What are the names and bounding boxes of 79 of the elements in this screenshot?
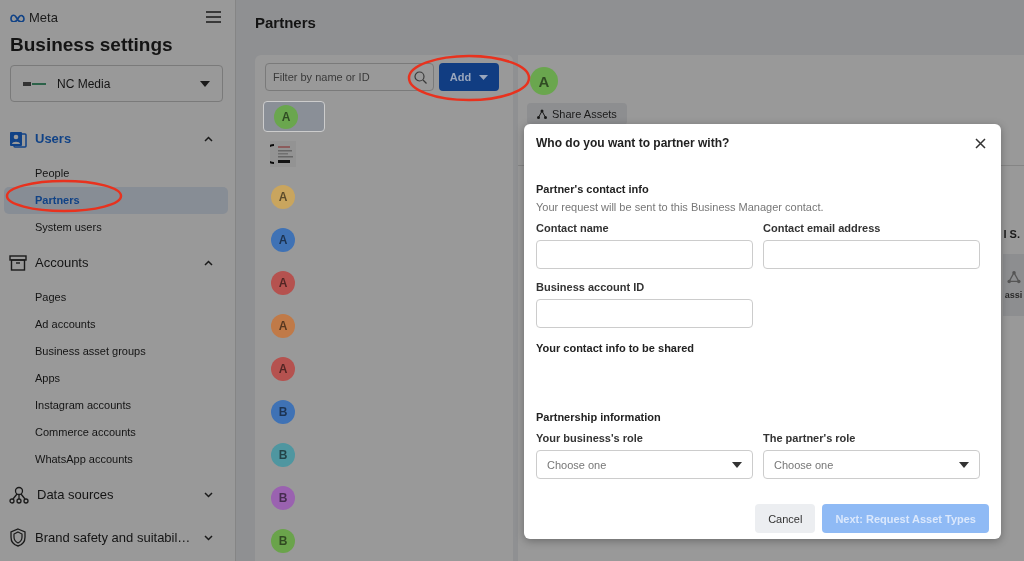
network-icon bbox=[1006, 270, 1021, 284]
partner-item[interactable]: B bbox=[263, 390, 303, 433]
caret-icon bbox=[479, 74, 489, 80]
chevron-up-icon bbox=[204, 135, 213, 142]
sidebar-item[interactable]: Business asset groups bbox=[4, 338, 228, 365]
field-label: Contact name bbox=[536, 222, 610, 234]
partner-avatar: A bbox=[271, 184, 295, 209]
shield-icon bbox=[9, 528, 27, 547]
partner-item[interactable]: A bbox=[263, 101, 325, 132]
section-heading: Your contact info to be shared bbox=[536, 342, 696, 354]
partner-avatar: A bbox=[271, 270, 295, 295]
sidebar-item[interactable]: WhatsApp accounts bbox=[4, 446, 228, 473]
partner-avatar: B bbox=[271, 528, 295, 553]
caret-icon bbox=[200, 80, 210, 87]
partner-avatar: B bbox=[271, 485, 295, 510]
input-field[interactable] bbox=[536, 299, 753, 328]
share-assets-button[interactable]: Share Assets bbox=[527, 103, 627, 125]
partner-avatar: A bbox=[274, 104, 298, 129]
cancel-button[interactable]: Cancel bbox=[755, 504, 816, 533]
partner-avatar: B bbox=[271, 399, 295, 424]
partner-item[interactable]: B bbox=[263, 476, 303, 519]
section-heading: Partner's contact info bbox=[536, 183, 650, 195]
sidebar-item[interactable]: System users bbox=[4, 214, 228, 241]
partner-avatar: B bbox=[271, 442, 295, 467]
section-header[interactable]: Accounts bbox=[0, 241, 235, 284]
partner-avatar: A bbox=[271, 356, 295, 381]
role-dropdown[interactable]: Choose one bbox=[536, 450, 753, 479]
partner-item[interactable]: A bbox=[263, 304, 303, 347]
sidebar-item[interactable]: Partners bbox=[4, 187, 228, 214]
card-text: assi bbox=[1004, 290, 1023, 300]
search-icon bbox=[414, 71, 427, 84]
sidebar-item[interactable]: Commerce accounts bbox=[4, 419, 228, 446]
field-label: Your business's role bbox=[536, 432, 644, 444]
section-header[interactable]: Data sources bbox=[0, 473, 235, 516]
partner-item[interactable]: B bbox=[263, 433, 303, 476]
network-icon bbox=[9, 485, 29, 504]
section-title: Partners bbox=[255, 14, 317, 33]
partner-item[interactable]: A bbox=[263, 261, 303, 304]
users-icon bbox=[9, 129, 27, 148]
partner-item[interactable]: A bbox=[263, 347, 303, 390]
input-field[interactable] bbox=[763, 240, 980, 269]
caret-icon bbox=[959, 461, 969, 468]
chevron-down-icon bbox=[204, 491, 213, 498]
meta-logo-icon bbox=[10, 12, 26, 22]
sidebar-item[interactable]: Apps bbox=[4, 365, 228, 392]
field-label: Contact email address bbox=[763, 222, 882, 234]
filter-field[interactable]: Filter by name or ID bbox=[265, 63, 434, 91]
sidebar-item[interactable]: Ad accounts bbox=[4, 311, 228, 338]
menu-icon[interactable] bbox=[206, 11, 221, 23]
field-label: Business account ID bbox=[536, 281, 646, 293]
partner-item[interactable]: B bbox=[263, 519, 303, 561]
section-heading: Partnership information bbox=[536, 411, 662, 423]
column-text: I S. bbox=[1003, 228, 1020, 240]
partner-avatar: A bbox=[530, 67, 558, 95]
role-dropdown[interactable]: Choose one bbox=[763, 450, 980, 479]
sidebar-item[interactable]: Instagram accounts bbox=[4, 392, 228, 419]
page-title: Business settings bbox=[9, 33, 174, 56]
box-icon bbox=[9, 254, 27, 271]
section-note: Your request will be sent to this Business Manager contact. bbox=[536, 201, 825, 213]
chevron-up-icon bbox=[204, 259, 213, 266]
caret-icon bbox=[732, 461, 742, 468]
partner-avatar: A bbox=[271, 313, 295, 338]
partner-item[interactable]: A bbox=[263, 218, 303, 261]
input-field[interactable] bbox=[536, 240, 753, 269]
logo-text: Meta bbox=[29, 9, 58, 25]
share-icon bbox=[537, 109, 547, 119]
section-header[interactable]: Users bbox=[0, 117, 235, 160]
business-selector[interactable]: NC Media bbox=[10, 65, 223, 102]
field-label: The partner's role bbox=[763, 432, 857, 444]
chevron-down-icon bbox=[204, 534, 213, 541]
dialog-title: Who do you want to partner with? bbox=[536, 136, 730, 150]
section-header[interactable]: Brand safety and suitabil… bbox=[0, 516, 235, 559]
sidebar-item[interactable]: Pages bbox=[4, 284, 228, 311]
close-icon bbox=[975, 137, 986, 149]
partner-item[interactable]: A bbox=[263, 175, 303, 218]
sidebar-item[interactable]: People bbox=[4, 160, 228, 187]
partner-avatar: A bbox=[271, 227, 295, 252]
business-logo-icon bbox=[23, 80, 47, 87]
add-button[interactable]: Add bbox=[439, 63, 499, 91]
